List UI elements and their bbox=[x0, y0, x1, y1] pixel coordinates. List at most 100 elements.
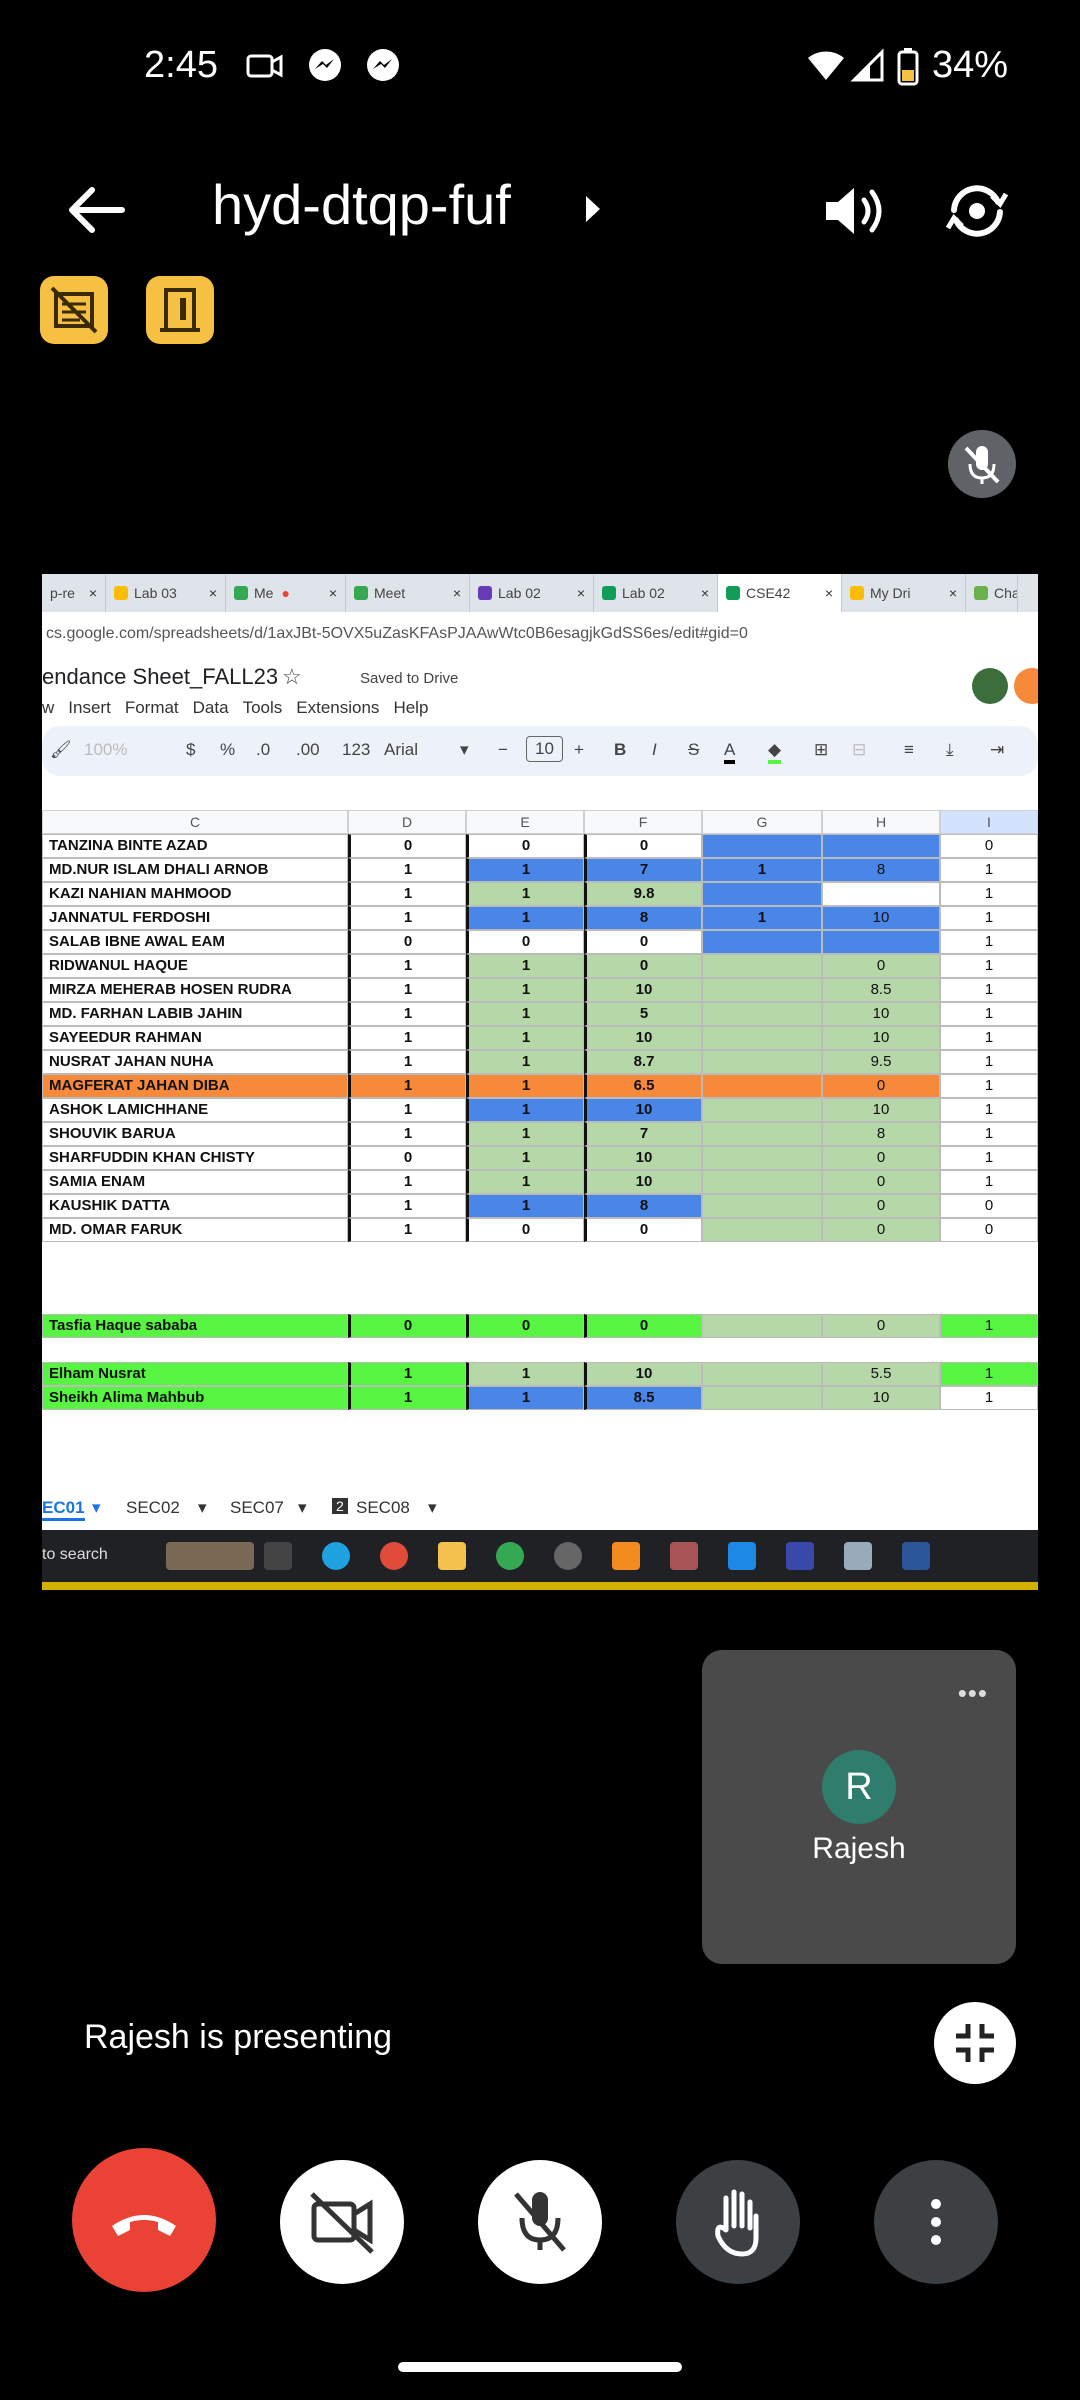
strikethrough-icon[interactable]: S bbox=[688, 740, 699, 760]
table-row[interactable]: Sheikh Alima Mahbub 1 1 8.5 10 1 bbox=[42, 1386, 1038, 1410]
table-cell[interactable]: 10 bbox=[822, 1098, 940, 1122]
table-cell[interactable]: 8 bbox=[584, 1194, 702, 1218]
student-name-cell[interactable]: KAUSHIK DATTA bbox=[42, 1194, 348, 1218]
table-row[interactable]: JANNATUL FERDOSHI 1 1 8 1 10 1 bbox=[42, 906, 1038, 930]
table-cell[interactable]: 8 bbox=[822, 1122, 940, 1146]
student-name-cell[interactable]: Tasfia Haque sababa bbox=[42, 1314, 348, 1338]
table-cell[interactable]: 1 bbox=[466, 954, 584, 978]
chevron-down-icon[interactable]: ▾ bbox=[92, 1498, 101, 1518]
table-cell[interactable]: 8.5 bbox=[822, 978, 940, 1002]
table-cell[interactable]: 0 bbox=[940, 1218, 1038, 1242]
table-row[interactable]: SHARFUDDIN KHAN CHISTY 0 1 10 0 1 bbox=[42, 1146, 1038, 1170]
table-cell[interactable]: 0 bbox=[584, 1314, 702, 1338]
table-row[interactable]: SAMIA ENAM 1 1 10 0 1 bbox=[42, 1170, 1038, 1194]
student-name-cell[interactable]: MD. FARHAN LABIB JAHIN bbox=[42, 1002, 348, 1026]
table-row[interactable]: RIDWANUL HAQUE 1 1 0 0 1 bbox=[42, 954, 1038, 978]
table-cell[interactable] bbox=[822, 834, 940, 858]
door-badge-icon[interactable] bbox=[146, 276, 214, 344]
chevron-down-icon[interactable]: ▾ bbox=[460, 740, 469, 760]
table-row[interactable]: MD. FARHAN LABIB JAHIN 1 1 5 10 1 bbox=[42, 1002, 1038, 1026]
table-cell[interactable]: 1 bbox=[940, 1074, 1038, 1098]
table-row[interactable]: Elham Nusrat 1 1 10 5.5 1 bbox=[42, 1362, 1038, 1386]
table-cell[interactable]: 0 bbox=[466, 1218, 584, 1242]
table-cell[interactable]: 5 bbox=[584, 1002, 702, 1026]
table-cell[interactable]: 1 bbox=[702, 906, 822, 930]
menu-help[interactable]: Help bbox=[393, 698, 428, 718]
increase-decimal-button[interactable]: .00 bbox=[296, 740, 320, 760]
table-cell[interactable]: 0 bbox=[348, 1146, 466, 1170]
table-cell[interactable]: 1 bbox=[466, 1194, 584, 1218]
borders-icon[interactable]: ⊞ bbox=[814, 740, 828, 760]
paint-format-icon[interactable]: 🖌 bbox=[50, 740, 72, 760]
sheet-tab-sec07[interactable]: SEC07 bbox=[230, 1498, 284, 1518]
vscode-icon[interactable] bbox=[728, 1542, 756, 1570]
student-name-cell[interactable]: SAMIA ENAM bbox=[42, 1170, 348, 1194]
table-cell[interactable]: 1 bbox=[348, 1362, 466, 1386]
student-name-cell[interactable]: SAYEEDUR RAHMAN bbox=[42, 1026, 348, 1050]
browser-tab-active[interactable]: CSE42 × bbox=[718, 574, 842, 612]
table-cell[interactable] bbox=[702, 954, 822, 978]
column-header[interactable]: C bbox=[42, 810, 348, 834]
table-cell[interactable]: 0 bbox=[466, 930, 584, 954]
close-icon[interactable]: × bbox=[701, 585, 709, 601]
close-icon[interactable]: × bbox=[209, 585, 217, 601]
browser-tab[interactable]: Lab 02 × bbox=[470, 574, 594, 612]
end-call-button[interactable] bbox=[72, 2148, 216, 2292]
student-name-cell[interactable]: TANZINA BINTE AZAD bbox=[42, 834, 348, 858]
table-cell[interactable]: 1 bbox=[466, 858, 584, 882]
column-header[interactable]: H bbox=[822, 810, 940, 834]
table-cell[interactable]: 1 bbox=[940, 954, 1038, 978]
close-icon[interactable]: × bbox=[329, 585, 337, 601]
star-icon[interactable]: ☆ bbox=[282, 664, 302, 690]
table-cell[interactable] bbox=[822, 930, 940, 954]
table-cell[interactable] bbox=[702, 1314, 822, 1338]
table-cell[interactable]: 10 bbox=[584, 1170, 702, 1194]
camera-toggle-button[interactable] bbox=[280, 2160, 404, 2284]
table-cell[interactable] bbox=[702, 1386, 822, 1410]
table-cell[interactable]: 1 bbox=[466, 1122, 584, 1146]
avatar[interactable] bbox=[1014, 668, 1038, 704]
table-cell[interactable] bbox=[702, 1026, 822, 1050]
table-cell[interactable]: 0 bbox=[348, 1314, 466, 1338]
table-row[interactable]: NUSRAT JAHAN NUHA 1 1 8.7 9.5 1 bbox=[42, 1050, 1038, 1074]
table-cell[interactable]: 1 bbox=[348, 882, 466, 906]
browser-tab[interactable]: Meet × bbox=[346, 574, 470, 612]
sheet-tab-sec08[interactable]: SEC08 bbox=[356, 1498, 410, 1518]
student-name-cell[interactable]: NUSRAT JAHAN NUHA bbox=[42, 1050, 348, 1074]
minus-icon[interactable]: − bbox=[498, 740, 508, 760]
percent-button[interactable]: % bbox=[220, 740, 235, 760]
table-cell[interactable] bbox=[702, 1170, 822, 1194]
bold-icon[interactable]: B bbox=[614, 740, 626, 760]
student-name-cell[interactable]: SALAB IBNE AWAL EAM bbox=[42, 930, 348, 954]
student-name-cell[interactable]: Sheikh Alima Mahbub bbox=[42, 1386, 348, 1410]
column-header[interactable]: I bbox=[940, 810, 1038, 834]
chevron-down-icon[interactable]: ▾ bbox=[198, 1498, 207, 1518]
table-cell[interactable]: 10 bbox=[584, 1098, 702, 1122]
student-name-cell[interactable]: MAGFERAT JAHAN DIBA bbox=[42, 1074, 348, 1098]
table-cell[interactable]: 10 bbox=[822, 1002, 940, 1026]
table-cell[interactable]: 1 bbox=[466, 1050, 584, 1074]
table-cell[interactable]: 0 bbox=[940, 1194, 1038, 1218]
table-cell[interactable]: 1 bbox=[702, 858, 822, 882]
raise-hand-button[interactable] bbox=[676, 2160, 800, 2284]
menu-view[interactable]: w bbox=[42, 698, 54, 718]
table-cell[interactable] bbox=[702, 1002, 822, 1026]
menu-data[interactable]: Data bbox=[193, 698, 229, 718]
table-cell[interactable]: 1 bbox=[940, 978, 1038, 1002]
table-cell[interactable]: 1 bbox=[466, 1074, 584, 1098]
column-header[interactable]: G bbox=[702, 810, 822, 834]
table-cell[interactable] bbox=[702, 1194, 822, 1218]
student-name-cell[interactable]: KAZI NAHIAN MAHMOOD bbox=[42, 882, 348, 906]
home-indicator[interactable] bbox=[398, 2362, 682, 2372]
table-cell[interactable]: 1 bbox=[466, 1362, 584, 1386]
table-cell[interactable]: 1 bbox=[348, 1002, 466, 1026]
app-icon[interactable] bbox=[670, 1542, 698, 1570]
merge-cells-icon[interactable]: ⊟ bbox=[852, 740, 866, 760]
table-cell[interactable]: 1 bbox=[940, 858, 1038, 882]
table-row[interactable]: SHOUVIK BARUA 1 1 7 8 1 bbox=[42, 1122, 1038, 1146]
align-icon[interactable]: ≡ bbox=[904, 740, 914, 760]
table-cell[interactable]: 8.5 bbox=[584, 1386, 702, 1410]
table-row[interactable]: KAUSHIK DATTA 1 1 8 0 0 bbox=[42, 1194, 1038, 1218]
browser-tab[interactable]: Cha bbox=[966, 574, 1018, 612]
column-header[interactable]: F bbox=[584, 810, 702, 834]
